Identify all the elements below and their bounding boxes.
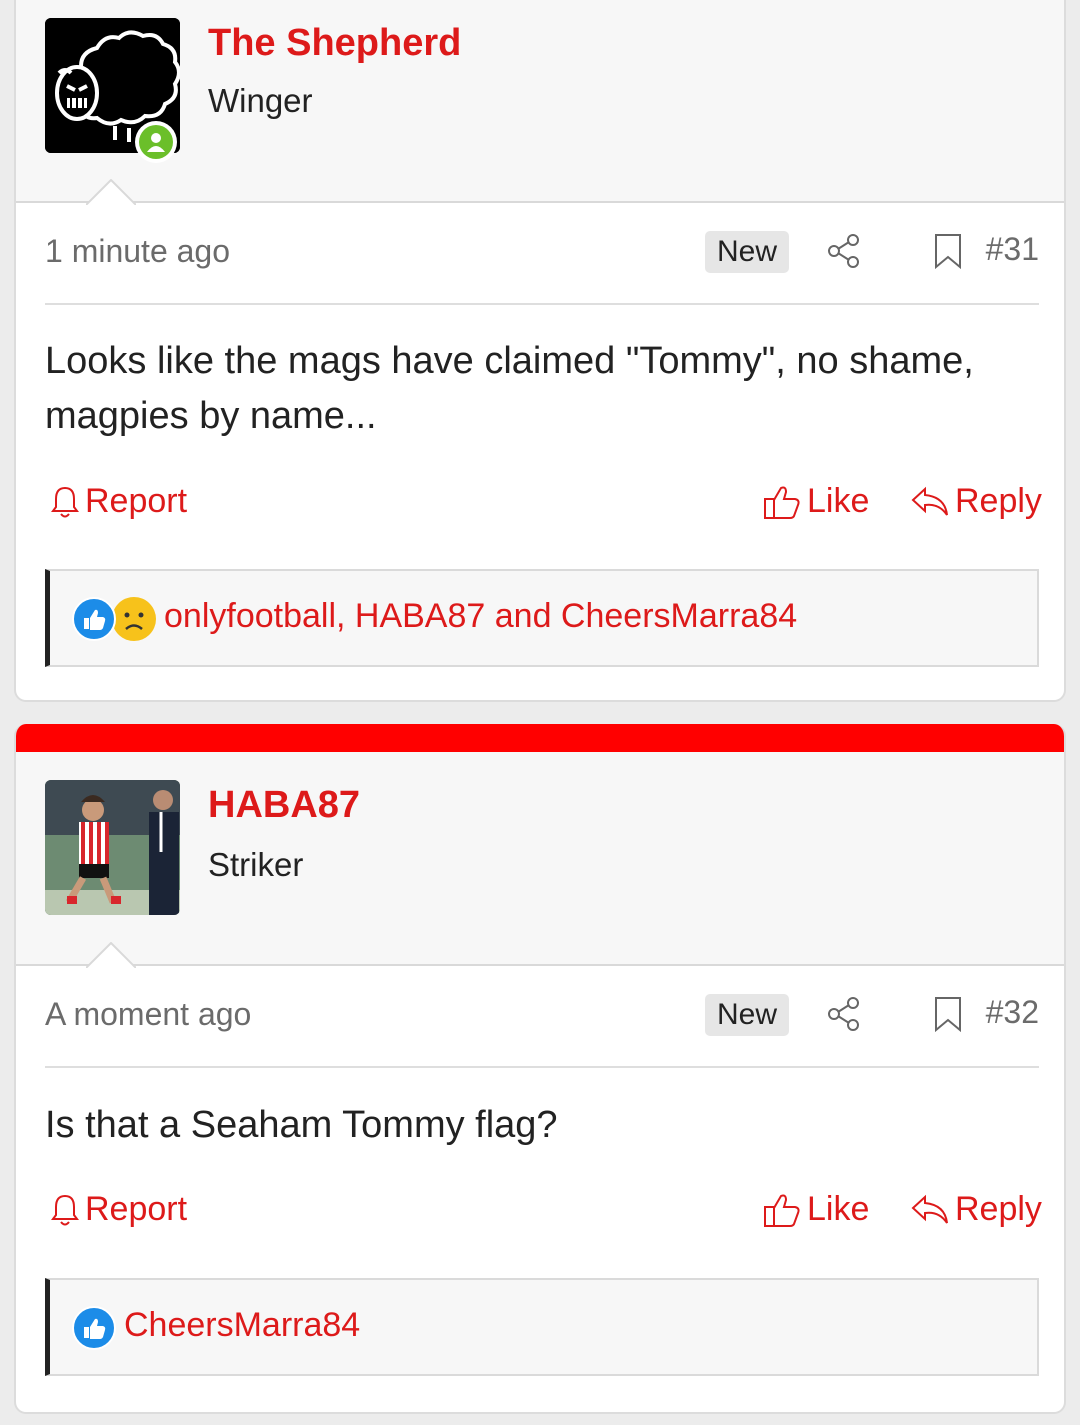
bookmark-icon[interactable] — [933, 233, 963, 269]
like-reaction-icon — [72, 1306, 116, 1350]
post-time[interactable]: A moment ago — [45, 996, 251, 1033]
post-meta: A moment ago New #32 — [45, 988, 1039, 1048]
thread-page: The Shepherd Winger 1 minute ago New #31… — [0, 0, 1080, 1425]
reply-button[interactable]: Reply — [911, 1190, 1042, 1229]
bell-icon — [51, 486, 79, 517]
new-badge: New — [705, 231, 790, 273]
user-title: Striker — [208, 846, 304, 883]
reply-label: Reply — [955, 1190, 1042, 1228]
reply-icon — [911, 1194, 948, 1224]
post-content: Is that a Seaham Tommy flag? — [45, 1104, 558, 1146]
online-status-icon — [135, 121, 177, 163]
post-32: HABA87 Striker A moment ago New #32 Is t… — [14, 724, 1066, 1414]
like-label: Like — [807, 482, 870, 520]
reply-icon — [911, 486, 948, 516]
report-button[interactable]: Report — [51, 1190, 187, 1229]
post-number[interactable]: #32 — [986, 994, 1039, 1031]
bell-icon — [51, 1194, 79, 1225]
share-icon[interactable] — [827, 996, 861, 1032]
report-button[interactable]: Report — [51, 482, 187, 521]
thumbs-up-icon — [764, 1194, 800, 1227]
thumbs-up-icon — [764, 486, 800, 519]
username-link[interactable]: The Shepherd — [208, 22, 461, 65]
post-actions: Report Like Reply — [45, 482, 1042, 532]
sad-reaction-icon — [112, 597, 156, 641]
new-badge: New — [705, 994, 790, 1036]
post-separator-bar — [16, 724, 1064, 752]
report-label: Report — [85, 482, 188, 520]
like-button[interactable]: Like — [763, 1190, 869, 1229]
reaction-icons — [72, 597, 162, 643]
report-label: Report — [85, 1190, 188, 1228]
user-title: Winger — [208, 82, 313, 119]
pointer-arrow — [86, 179, 136, 205]
username-link[interactable]: HABA87 — [208, 784, 360, 827]
reply-button[interactable]: Reply — [911, 482, 1042, 521]
reactions-bar[interactable]: onlyfootball, HABA87 and CheersMarra84 — [45, 569, 1039, 667]
football-player-photo-avatar — [45, 780, 180, 915]
post-31: The Shepherd Winger 1 minute ago New #31… — [14, 0, 1066, 702]
pointer-arrow — [86, 942, 136, 968]
like-reaction-icon — [72, 597, 116, 641]
post-user-block: The Shepherd Winger — [16, 0, 1064, 205]
post-user-block: HABA87 Striker — [16, 752, 1064, 968]
bookmark-icon[interactable] — [933, 996, 963, 1032]
post-time[interactable]: 1 minute ago — [45, 233, 230, 270]
reactors-list[interactable]: CheersMarra84 — [124, 1306, 360, 1345]
like-button[interactable]: Like — [763, 482, 869, 521]
post-number[interactable]: #31 — [986, 231, 1039, 268]
post-meta: 1 minute ago New #31 — [45, 225, 1039, 285]
reactions-bar[interactable]: CheersMarra84 — [45, 1278, 1039, 1376]
reactors-list[interactable]: onlyfootball, HABA87 and CheersMarra84 — [164, 597, 797, 636]
reply-label: Reply — [955, 482, 1042, 520]
divider — [45, 303, 1039, 305]
like-label: Like — [807, 1190, 870, 1228]
post-actions: Report Like Reply — [45, 1190, 1042, 1240]
divider — [45, 1066, 1039, 1068]
share-icon[interactable] — [827, 233, 861, 269]
post-content: Looks like the mags have claimed "Tommy"… — [45, 340, 974, 437]
avatar[interactable] — [45, 780, 180, 915]
